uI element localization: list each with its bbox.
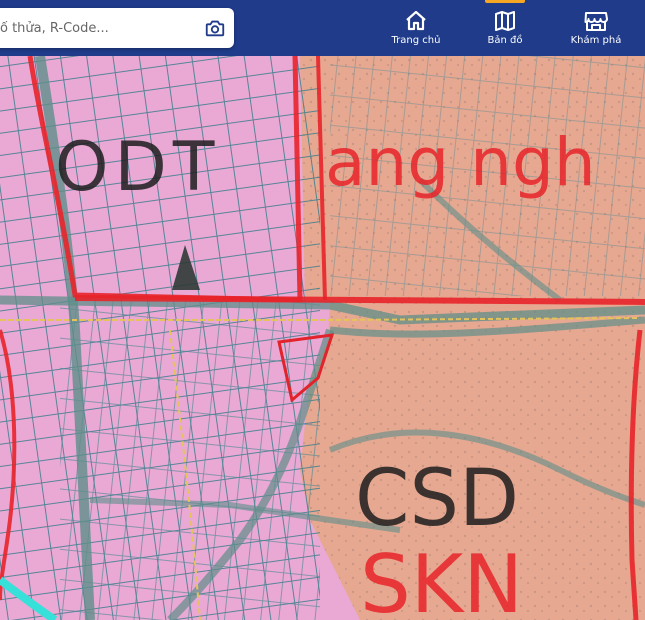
store-icon bbox=[584, 12, 608, 31]
zone-label-odt: ODT bbox=[55, 128, 220, 207]
nav-explore-label: Khám phá bbox=[570, 35, 622, 46]
nav-home[interactable]: Trang chủ bbox=[389, 0, 443, 56]
top-bar: Trang chủ Bản đồ Khám phá bbox=[0, 0, 645, 56]
search-input[interactable] bbox=[0, 19, 192, 37]
nav-map-label: Bản đồ bbox=[487, 35, 523, 46]
nav-explore[interactable]: Khám phá bbox=[566, 0, 626, 56]
zone-label-lang-nghe: ang ngh bbox=[325, 124, 596, 201]
home-icon bbox=[406, 10, 426, 31]
red-horizontal-boundary bbox=[74, 295, 645, 305]
active-indicator bbox=[485, 0, 525, 3]
camera-icon[interactable] bbox=[204, 17, 226, 39]
map-canvas[interactable]: ODT ang ngh CSD SKN bbox=[0, 0, 645, 620]
search-box[interactable] bbox=[0, 8, 234, 48]
nav-map[interactable]: Bản đồ bbox=[478, 0, 532, 56]
zone-label-csd: CSD bbox=[355, 454, 519, 544]
map-icon bbox=[495, 11, 515, 31]
zone-label-skn: SKN bbox=[360, 538, 523, 620]
nav-home-label: Trang chủ bbox=[391, 35, 441, 46]
